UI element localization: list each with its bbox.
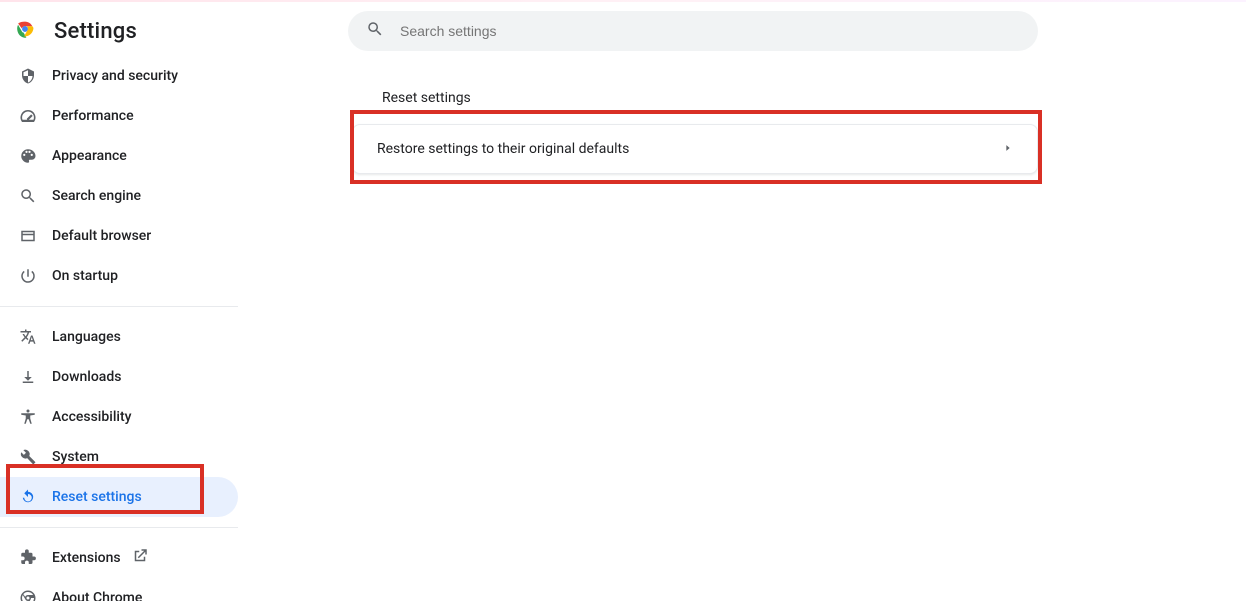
power-icon xyxy=(18,267,38,285)
sidebar-item-search-engine[interactable]: Search engine xyxy=(0,176,238,216)
search-settings-input[interactable] xyxy=(400,23,1020,39)
extension-icon xyxy=(18,549,38,567)
sidebar-item-system[interactable]: System xyxy=(0,437,238,477)
search-icon xyxy=(366,20,400,42)
sidebar-item-about[interactable]: About Chrome xyxy=(0,578,238,601)
sidebar-item-performance[interactable]: Performance xyxy=(0,96,238,136)
external-link-icon xyxy=(131,547,149,569)
restore-defaults-label: Restore settings to their original defau… xyxy=(377,141,629,157)
sidebar-item-label: Default browser xyxy=(52,228,151,244)
sidebar-divider xyxy=(0,306,238,307)
reset-icon xyxy=(18,488,38,506)
sidebar: Privacy and security Performance Appeara… xyxy=(0,56,238,601)
sidebar-item-label: Accessibility xyxy=(52,409,131,425)
main-content: Reset settings Restore settings to their… xyxy=(348,62,1042,174)
shield-icon xyxy=(18,67,38,85)
sidebar-item-label: System xyxy=(52,449,99,465)
download-icon xyxy=(18,368,38,386)
sidebar-item-extensions[interactable]: Extensions xyxy=(0,538,238,578)
app-title: Settings xyxy=(54,19,137,44)
sidebar-item-default-browser[interactable]: Default browser xyxy=(0,216,238,256)
sidebar-item-label: About Chrome xyxy=(52,590,142,601)
reset-settings-card: Restore settings to their original defau… xyxy=(352,124,1038,174)
sidebar-item-label: Search engine xyxy=(52,188,141,204)
sidebar-item-label: Downloads xyxy=(52,369,121,385)
sidebar-item-label: Languages xyxy=(52,329,121,345)
wrench-icon xyxy=(18,448,38,466)
sidebar-scroll[interactable]: Privacy and security Performance Appeara… xyxy=(0,56,238,601)
browser-icon xyxy=(18,227,38,245)
sidebar-item-label: Appearance xyxy=(52,148,127,164)
chevron-right-icon xyxy=(1003,141,1013,157)
chrome-icon xyxy=(18,589,38,601)
chrome-logo-icon xyxy=(14,18,36,44)
sidebar-item-label: Performance xyxy=(52,108,134,124)
sidebar-item-appearance[interactable]: Appearance xyxy=(0,136,238,176)
sidebar-item-downloads[interactable]: Downloads xyxy=(0,357,238,397)
accessibility-icon xyxy=(18,408,38,426)
sidebar-divider xyxy=(0,527,238,528)
sidebar-item-reset[interactable]: Reset settings xyxy=(0,477,238,517)
app-brand: Settings xyxy=(0,18,348,44)
sidebar-item-privacy[interactable]: Privacy and security xyxy=(0,56,238,96)
sidebar-item-label: Reset settings xyxy=(52,489,142,505)
sidebar-item-on-startup[interactable]: On startup xyxy=(0,256,238,296)
sidebar-item-label: On startup xyxy=(52,268,118,284)
header: Settings xyxy=(0,0,1246,62)
search-icon xyxy=(18,187,38,205)
palette-icon xyxy=(18,147,38,165)
sidebar-item-accessibility[interactable]: Accessibility xyxy=(0,397,238,437)
section-title: Reset settings xyxy=(382,90,1042,106)
translate-icon xyxy=(18,328,38,346)
sidebar-item-label: Privacy and security xyxy=(52,68,178,84)
search-settings-bar[interactable] xyxy=(348,11,1038,51)
sidebar-item-languages[interactable]: Languages xyxy=(0,317,238,357)
sidebar-item-label: Extensions xyxy=(52,550,121,566)
restore-defaults-row[interactable]: Restore settings to their original defau… xyxy=(353,125,1037,173)
speedometer-icon xyxy=(18,107,38,125)
